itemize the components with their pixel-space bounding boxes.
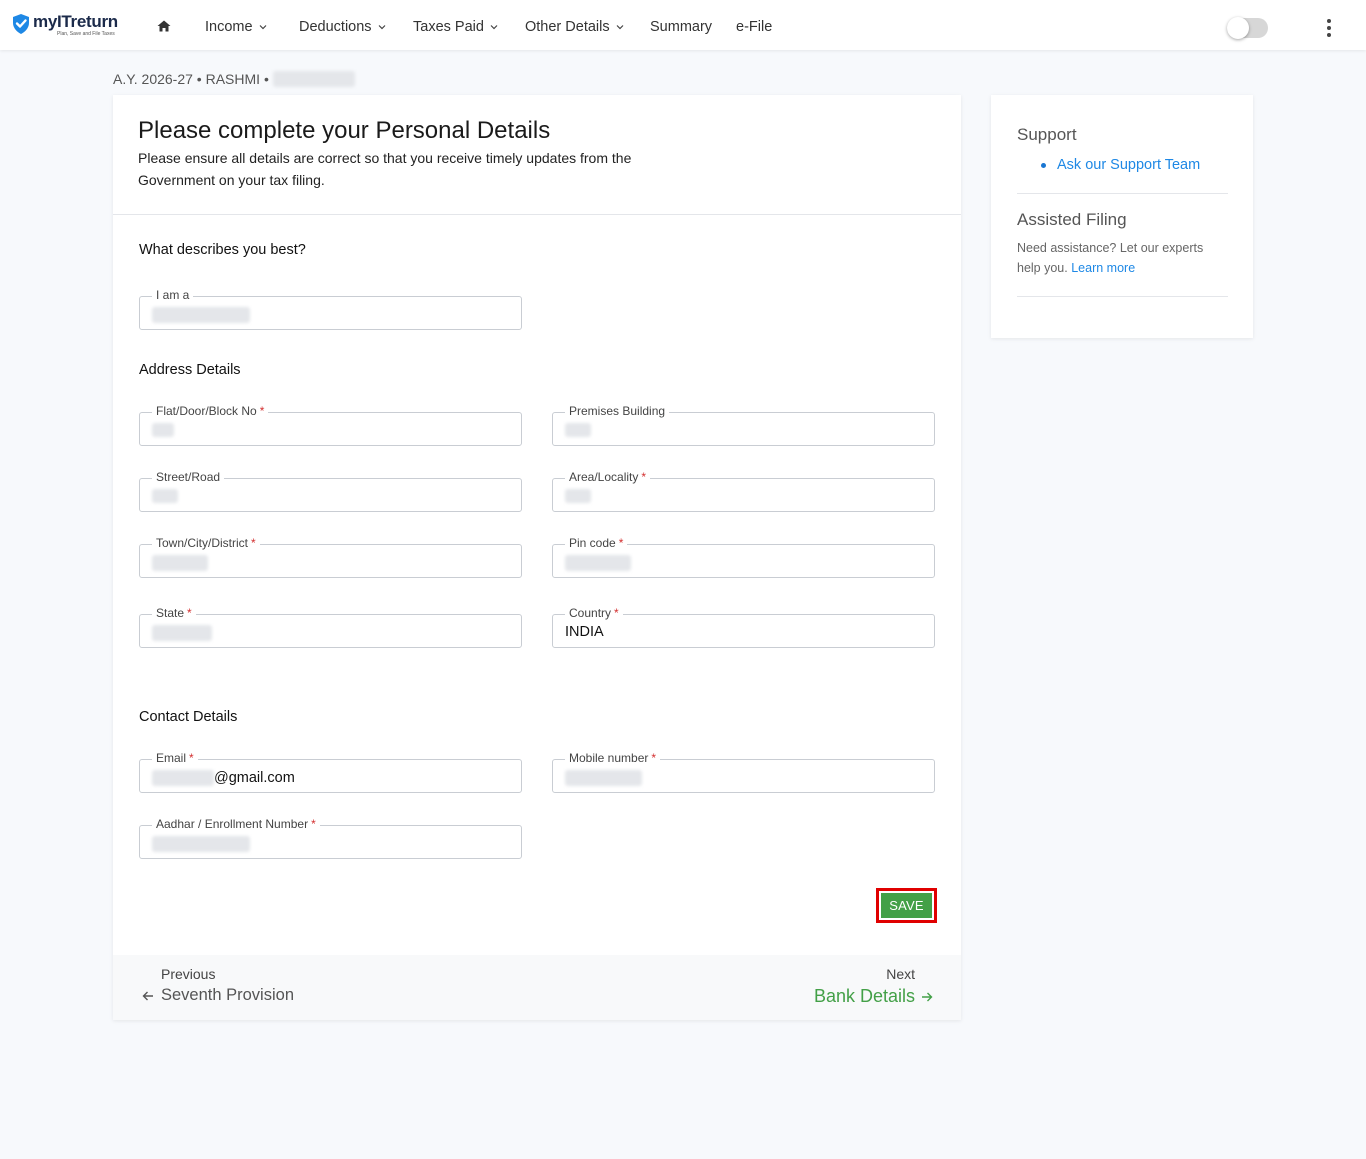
premises-building-input[interactable]: Premises Building bbox=[552, 404, 935, 446]
support-team-link[interactable]: Ask our Support Team bbox=[1057, 157, 1200, 173]
previous-step-link[interactable]: Seventh Provision bbox=[142, 986, 294, 1005]
toggle-knob bbox=[1227, 17, 1249, 39]
redacted-value bbox=[152, 489, 178, 503]
flat-door-input[interactable]: Flat/Door/Block No * bbox=[139, 404, 522, 446]
step-navigation: Previous Seventh Provision Next Bank Det… bbox=[113, 955, 961, 1020]
nav-deductions-label: Deductions bbox=[299, 19, 372, 35]
nav-income[interactable]: Income bbox=[205, 19, 267, 35]
assisted-filing-title: Assisted Filing bbox=[1017, 210, 1127, 229]
field-label: State * bbox=[152, 606, 196, 620]
chevron-down-icon bbox=[259, 25, 266, 30]
divider bbox=[1017, 296, 1228, 297]
arrow-right-icon bbox=[922, 992, 933, 1001]
field-label: Premises Building bbox=[565, 404, 670, 418]
learn-more-link[interactable]: Learn more bbox=[1071, 261, 1135, 275]
page-title: Please complete your Personal Details bbox=[138, 117, 551, 144]
mobile-number-field[interactable]: Mobile number * bbox=[552, 751, 935, 793]
nav-taxes-paid-label: Taxes Paid bbox=[413, 19, 484, 35]
redacted-value bbox=[152, 770, 214, 786]
kebab-menu-icon[interactable] bbox=[1323, 18, 1335, 38]
nav-income-label: Income bbox=[205, 19, 253, 35]
country-value: INDIA bbox=[565, 624, 604, 640]
street-road-input[interactable]: Street/Road bbox=[139, 470, 522, 512]
email-field[interactable]: Email * @gmail.com bbox=[139, 751, 522, 793]
check-shield-icon bbox=[13, 14, 29, 34]
assessment-year-line: A.Y. 2026-27 • RASHMI • bbox=[113, 71, 269, 87]
state-select[interactable]: State * bbox=[139, 606, 522, 648]
redacted-value bbox=[565, 770, 642, 786]
redacted-value bbox=[152, 555, 208, 571]
nav-taxes-paid[interactable]: Taxes Paid bbox=[413, 19, 498, 35]
field-label: Pin code * bbox=[565, 536, 628, 550]
redacted-value bbox=[565, 489, 591, 503]
card-header: Please complete your Personal Details Pl… bbox=[113, 95, 961, 215]
nav-deductions[interactable]: Deductions bbox=[299, 19, 386, 35]
save-button-highlight[interactable]: SAVE bbox=[876, 888, 937, 923]
assessment-context: A.Y. 2026-27 • RASHMI • bbox=[113, 71, 355, 87]
support-sidebar: Support Ask our Support Team Assisted Fi… bbox=[991, 95, 1253, 338]
next-step-link[interactable]: Bank Details bbox=[814, 986, 933, 1007]
previous-label: Previous bbox=[161, 966, 216, 982]
arrow-left-icon bbox=[142, 991, 153, 1000]
chevron-down-icon bbox=[378, 25, 385, 30]
next-step-title: Bank Details bbox=[813, 986, 915, 1006]
nav-efile-label: e-File bbox=[736, 19, 773, 35]
email-domain: @gmail.com bbox=[214, 769, 295, 786]
country-select[interactable]: Country * INDIA bbox=[552, 606, 935, 648]
field-label: Town/City/District * bbox=[152, 536, 260, 550]
field-label: Mobile number * bbox=[565, 751, 661, 765]
area-locality-input[interactable]: Area/Locality * bbox=[552, 470, 935, 512]
field-label: I am a bbox=[152, 288, 194, 302]
pin-code-input[interactable]: Pin code * bbox=[552, 536, 935, 578]
redacted-value bbox=[565, 555, 631, 571]
nav-summary[interactable]: Summary bbox=[650, 19, 712, 35]
redacted-value bbox=[152, 307, 250, 323]
bullet bbox=[1041, 163, 1046, 168]
section-address: Address Details bbox=[139, 362, 241, 378]
support-title: Support bbox=[1017, 125, 1077, 144]
top-navbar: myITreturn Plan, Save and File Taxes Inc… bbox=[0, 0, 1366, 50]
nav-other-details[interactable]: Other Details bbox=[525, 19, 624, 35]
next-label: Next bbox=[886, 966, 915, 982]
nav-summary-label: Summary bbox=[650, 19, 713, 35]
aadhar-field[interactable]: Aadhar / Enrollment Number * bbox=[139, 817, 522, 859]
redacted-pan bbox=[272, 71, 355, 87]
previous-step-title: Seventh Provision bbox=[161, 986, 294, 1004]
app-logo[interactable]: myITreturn Plan, Save and File Taxes bbox=[11, 13, 118, 37]
redacted-value bbox=[152, 625, 212, 641]
divider bbox=[1017, 193, 1228, 194]
nav-efile[interactable]: e-File bbox=[736, 19, 772, 35]
field-label: Flat/Door/Block No * bbox=[152, 404, 269, 418]
logo-name: myITreturn bbox=[33, 12, 118, 31]
redacted-value bbox=[152, 423, 174, 437]
field-label: Aadhar / Enrollment Number * bbox=[152, 817, 320, 831]
logo-tagline: Plan, Save and File Taxes bbox=[57, 31, 115, 37]
field-label: Area/Locality * bbox=[565, 470, 651, 484]
redacted-value bbox=[152, 836, 250, 852]
field-label: Email * bbox=[152, 751, 198, 765]
field-label: Street/Road bbox=[152, 470, 225, 484]
page-subtitle: Please ensure all details are correct so… bbox=[138, 150, 632, 188]
section-contact: Contact Details bbox=[139, 709, 238, 725]
field-label: Country * bbox=[565, 606, 623, 620]
town-city-input[interactable]: Town/City/District * bbox=[139, 536, 522, 578]
chevron-down-icon bbox=[616, 25, 624, 30]
save-button[interactable]: SAVE bbox=[881, 893, 932, 918]
assisted-filing-text: Need assistance? Let our experts help yo… bbox=[1017, 241, 1204, 275]
redacted-value bbox=[565, 423, 591, 437]
theme-toggle[interactable] bbox=[1227, 17, 1268, 39]
chevron-down-icon bbox=[490, 25, 498, 30]
nav-other-details-label: Other Details bbox=[525, 19, 610, 35]
section-describe: What describes you best? bbox=[139, 242, 306, 258]
i-am-a-select[interactable]: I am a bbox=[139, 288, 522, 330]
personal-details-card: Please complete your Personal Details Pl… bbox=[113, 95, 961, 1020]
home-icon[interactable] bbox=[157, 20, 171, 32]
